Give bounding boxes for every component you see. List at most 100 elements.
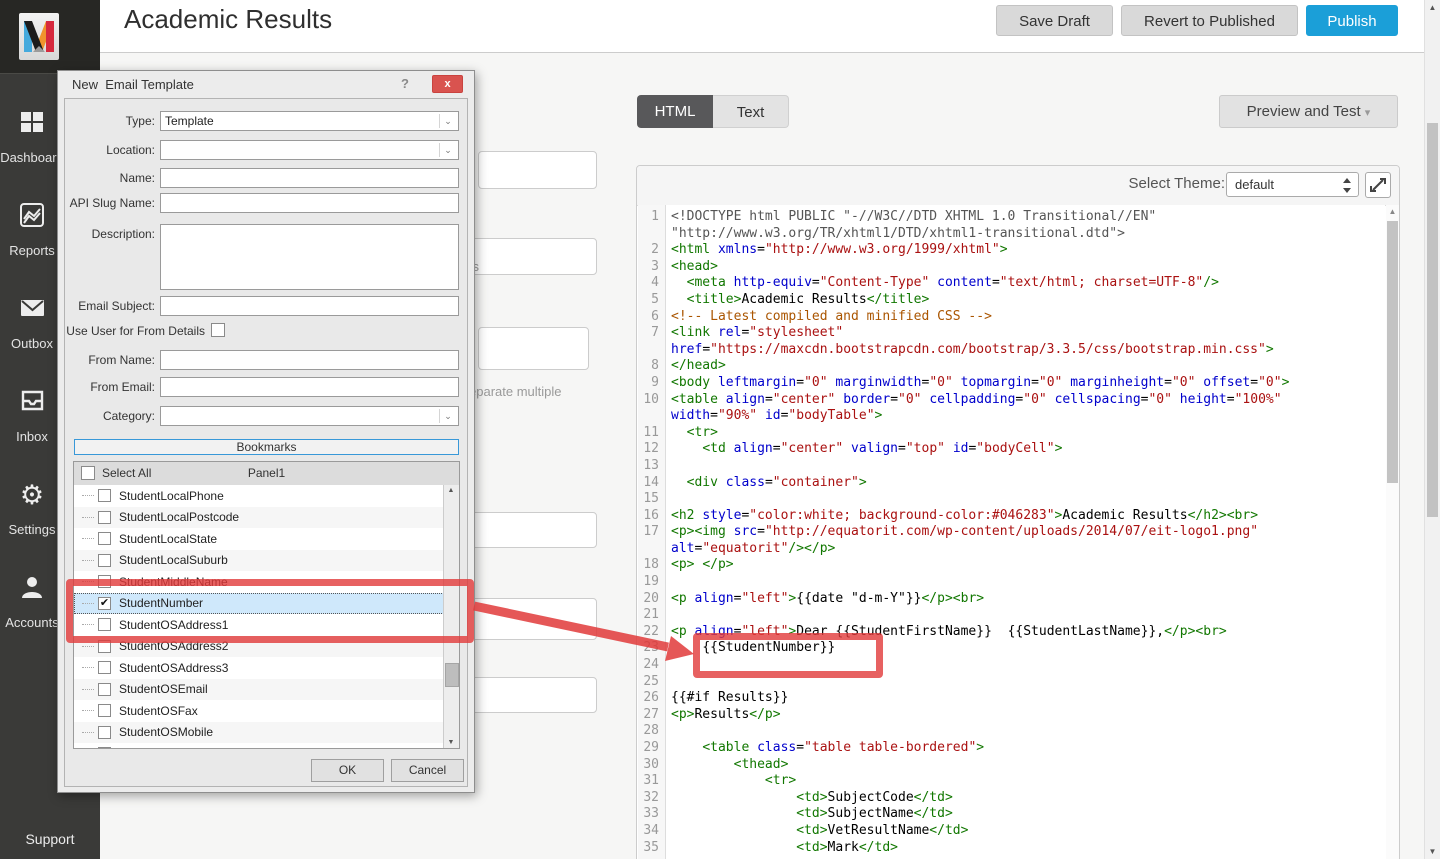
location-select[interactable]: ⌄ (160, 140, 459, 160)
background-input[interactable] (466, 598, 597, 640)
scroll-up-icon[interactable]: ▲ (1425, 3, 1440, 12)
publish-button[interactable]: Publish (1306, 5, 1398, 36)
bookmark-checkbox[interactable] (98, 575, 111, 588)
close-icon[interactable]: x (432, 75, 463, 93)
bookmark-list-scrollbar[interactable]: ▲ ▼ (443, 485, 459, 748)
sidebar-item-reports[interactable]: Reports (0, 196, 64, 289)
bookmark-item[interactable]: StudentLocalSuburb (74, 550, 444, 572)
code-line[interactable]: 32 <td>SubjectCode</td> (638, 790, 1385, 807)
email-subject-field[interactable] (160, 296, 459, 316)
background-input[interactable] (466, 677, 597, 713)
bookmark-item[interactable]: StudentOSPhone (74, 743, 444, 748)
code-line[interactable]: 27<p>Results</p> (638, 707, 1385, 724)
code-line[interactable]: 10<table align="center" border="0" cellp… (638, 392, 1385, 425)
code-line[interactable]: 14 <div class="container"> (638, 475, 1385, 492)
sidebar-item-dashboard[interactable]: Dashboard (0, 103, 64, 196)
code-line[interactable]: 20<p align="left">{{date "d-m-Y"}}</p><b… (638, 591, 1385, 608)
code-line[interactable]: 1<!DOCTYPE html PUBLIC "-//W3C//DTD XHTM… (638, 209, 1385, 242)
code-line[interactable]: 8</head> (638, 358, 1385, 375)
code-line[interactable]: 12 <td align="center" valign="top" id="b… (638, 441, 1385, 458)
code-line[interactable]: 23 {{StudentNumber}} (638, 640, 1385, 657)
scroll-up-icon[interactable]: ▲ (444, 487, 458, 494)
use-user-checkbox[interactable] (211, 323, 225, 337)
background-input[interactable] (466, 512, 597, 548)
bookmark-checkbox[interactable] (98, 532, 111, 545)
save-draft-button[interactable]: Save Draft (996, 5, 1113, 36)
bookmark-item[interactable]: StudentLocalPostcode (74, 507, 444, 529)
sidebar-item-support[interactable]: Support (0, 831, 100, 847)
bookmark-checkbox[interactable] (98, 554, 111, 567)
ok-button[interactable]: OK (311, 759, 384, 782)
bookmark-checkbox[interactable] (98, 661, 111, 674)
bookmark-item[interactable]: StudentLocalPhone (74, 485, 444, 507)
code-line[interactable]: 6<!-- Latest compiled and minified CSS -… (638, 309, 1385, 326)
cancel-button[interactable]: Cancel (391, 759, 464, 782)
code-line[interactable]: 5 <title>Academic Results</title> (638, 292, 1385, 309)
dialog-titlebar[interactable]: New Email Template ? x (58, 71, 474, 97)
description-field[interactable] (160, 224, 459, 290)
background-input[interactable] (478, 327, 589, 370)
bookmark-item[interactable]: StudentOSAddress2 (74, 636, 444, 658)
code-line[interactable]: 11 <tr> (638, 425, 1385, 442)
code-line[interactable]: 4 <meta http-equiv="Content-Type" conten… (638, 275, 1385, 292)
code-line[interactable]: 33 <td>SubjectName</td> (638, 806, 1385, 823)
bookmark-checkbox[interactable]: ✔ (98, 597, 111, 610)
code-line[interactable]: 35 <td>Mark</td> (638, 840, 1385, 857)
fullscreen-expand-icon[interactable] (1365, 172, 1391, 198)
code-line[interactable]: 3<head> (638, 259, 1385, 276)
sidebar-item-outbox[interactable]: Outbox (0, 289, 64, 382)
background-input[interactable] (478, 151, 597, 189)
type-select[interactable]: Template⌄ (160, 111, 459, 131)
app-logo[interactable] (19, 13, 59, 60)
bookmark-item[interactable]: ✔StudentNumber (74, 593, 444, 615)
bookmark-checkbox[interactable] (98, 489, 111, 502)
code-line[interactable]: 15 (638, 491, 1385, 508)
bookmark-item[interactable]: StudentOSAddress3 (74, 657, 444, 679)
scroll-up-icon[interactable]: ▲ (1386, 207, 1399, 216)
code-line[interactable]: 17<p><img src="http://equatorit.com/wp-c… (638, 524, 1385, 557)
code-line[interactable]: 19 (638, 574, 1385, 591)
preview-and-test-button[interactable]: Preview and Test ▾ (1219, 95, 1398, 128)
code-line[interactable]: 21 (638, 607, 1385, 624)
tab-html[interactable]: HTML (637, 95, 713, 128)
sidebar-item-accounts[interactable]: Accounts (0, 568, 64, 661)
code-line[interactable]: 7<link rel="stylesheet" href="https://ma… (638, 325, 1385, 358)
revert-to-published-button[interactable]: Revert to Published (1121, 5, 1298, 36)
bookmark-checkbox[interactable] (98, 726, 111, 739)
code-line[interactable]: 24 (638, 657, 1385, 674)
bookmark-item[interactable]: StudentOSMobile (74, 722, 444, 744)
code-line[interactable]: 9<body leftmargin="0" marginwidth="0" to… (638, 375, 1385, 392)
page-scrollbar[interactable]: ▲ ▼ (1424, 0, 1440, 859)
code-line[interactable]: 34 <td>VetResultName</td> (638, 823, 1385, 840)
code-line[interactable]: 25 (638, 674, 1385, 691)
bookmark-checkbox[interactable] (98, 618, 111, 631)
code-line[interactable]: 30 <thead> (638, 757, 1385, 774)
bookmark-item[interactable]: StudentOSEmail (74, 679, 444, 701)
code-line[interactable]: 16<h2 style="color:white; background-col… (638, 508, 1385, 525)
editor-scrollbar-thumb[interactable] (1387, 221, 1398, 483)
code-line[interactable]: 18<p> </p> (638, 557, 1385, 574)
bookmark-item[interactable]: StudentMiddleName (74, 571, 444, 593)
bookmark-checkbox[interactable] (98, 683, 111, 696)
code-line[interactable]: 22<p align="left">Dear {{StudentFirstNam… (638, 624, 1385, 641)
bookmark-scrollbar-thumb[interactable] (445, 663, 459, 687)
bookmark-checkbox[interactable] (98, 747, 111, 748)
scroll-down-icon[interactable]: ▼ (1425, 847, 1440, 856)
bookmark-item[interactable]: StudentLocalState (74, 528, 444, 550)
code-line[interactable]: 2<html xmlns="http://www.w3.org/1999/xht… (638, 242, 1385, 259)
code-line[interactable]: 31 <tr> (638, 773, 1385, 790)
help-icon[interactable]: ? (401, 76, 409, 91)
code-editor[interactable]: 1<!DOCTYPE html PUBLIC "-//W3C//DTD XHTM… (638, 205, 1385, 859)
bookmark-item[interactable]: StudentOSFax (74, 700, 444, 722)
code-line[interactable]: 28 (638, 723, 1385, 740)
bookmark-checkbox[interactable] (98, 511, 111, 524)
name-field[interactable] (160, 168, 459, 188)
api-slug-name-field[interactable] (160, 193, 459, 213)
bookmark-checkbox[interactable] (98, 704, 111, 717)
bookmark-item[interactable]: StudentOSAddress1 (74, 614, 444, 636)
code-line[interactable]: 29 <table class="table table-bordered"> (638, 740, 1385, 757)
scroll-down-icon[interactable]: ▼ (444, 739, 458, 746)
theme-select[interactable]: default (1226, 172, 1359, 197)
from-email-field[interactable] (160, 377, 459, 397)
editor-scrollbar[interactable]: ▲ (1386, 205, 1399, 859)
